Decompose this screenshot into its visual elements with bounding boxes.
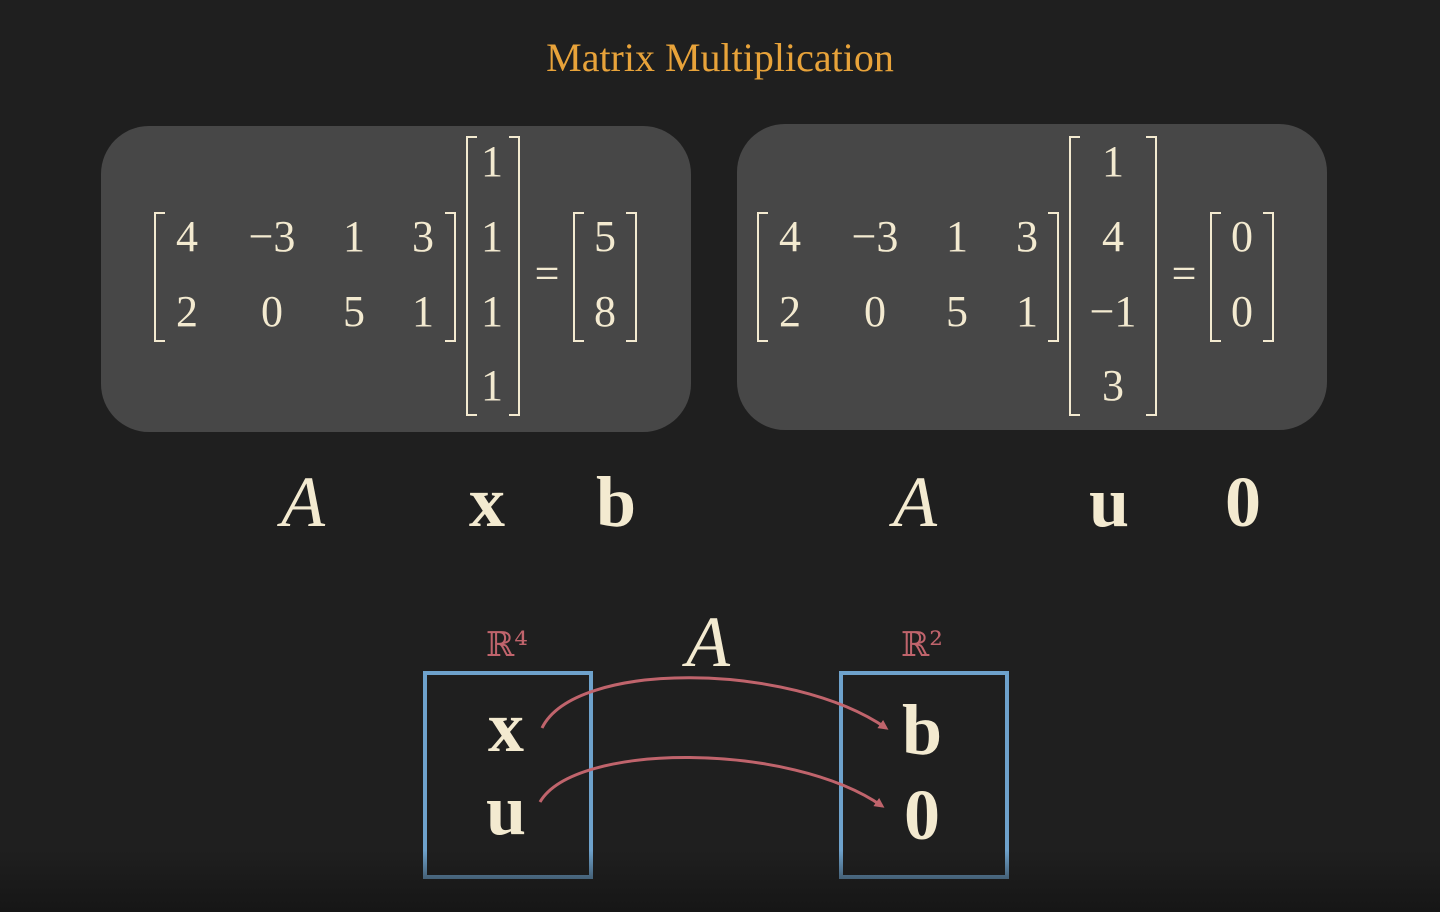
- arrow-x-to-b: [540, 676, 889, 730]
- arrow-u-to-zero: [538, 756, 885, 808]
- mapping-arrows: [538, 676, 889, 808]
- bottom-shadow: [0, 850, 1440, 912]
